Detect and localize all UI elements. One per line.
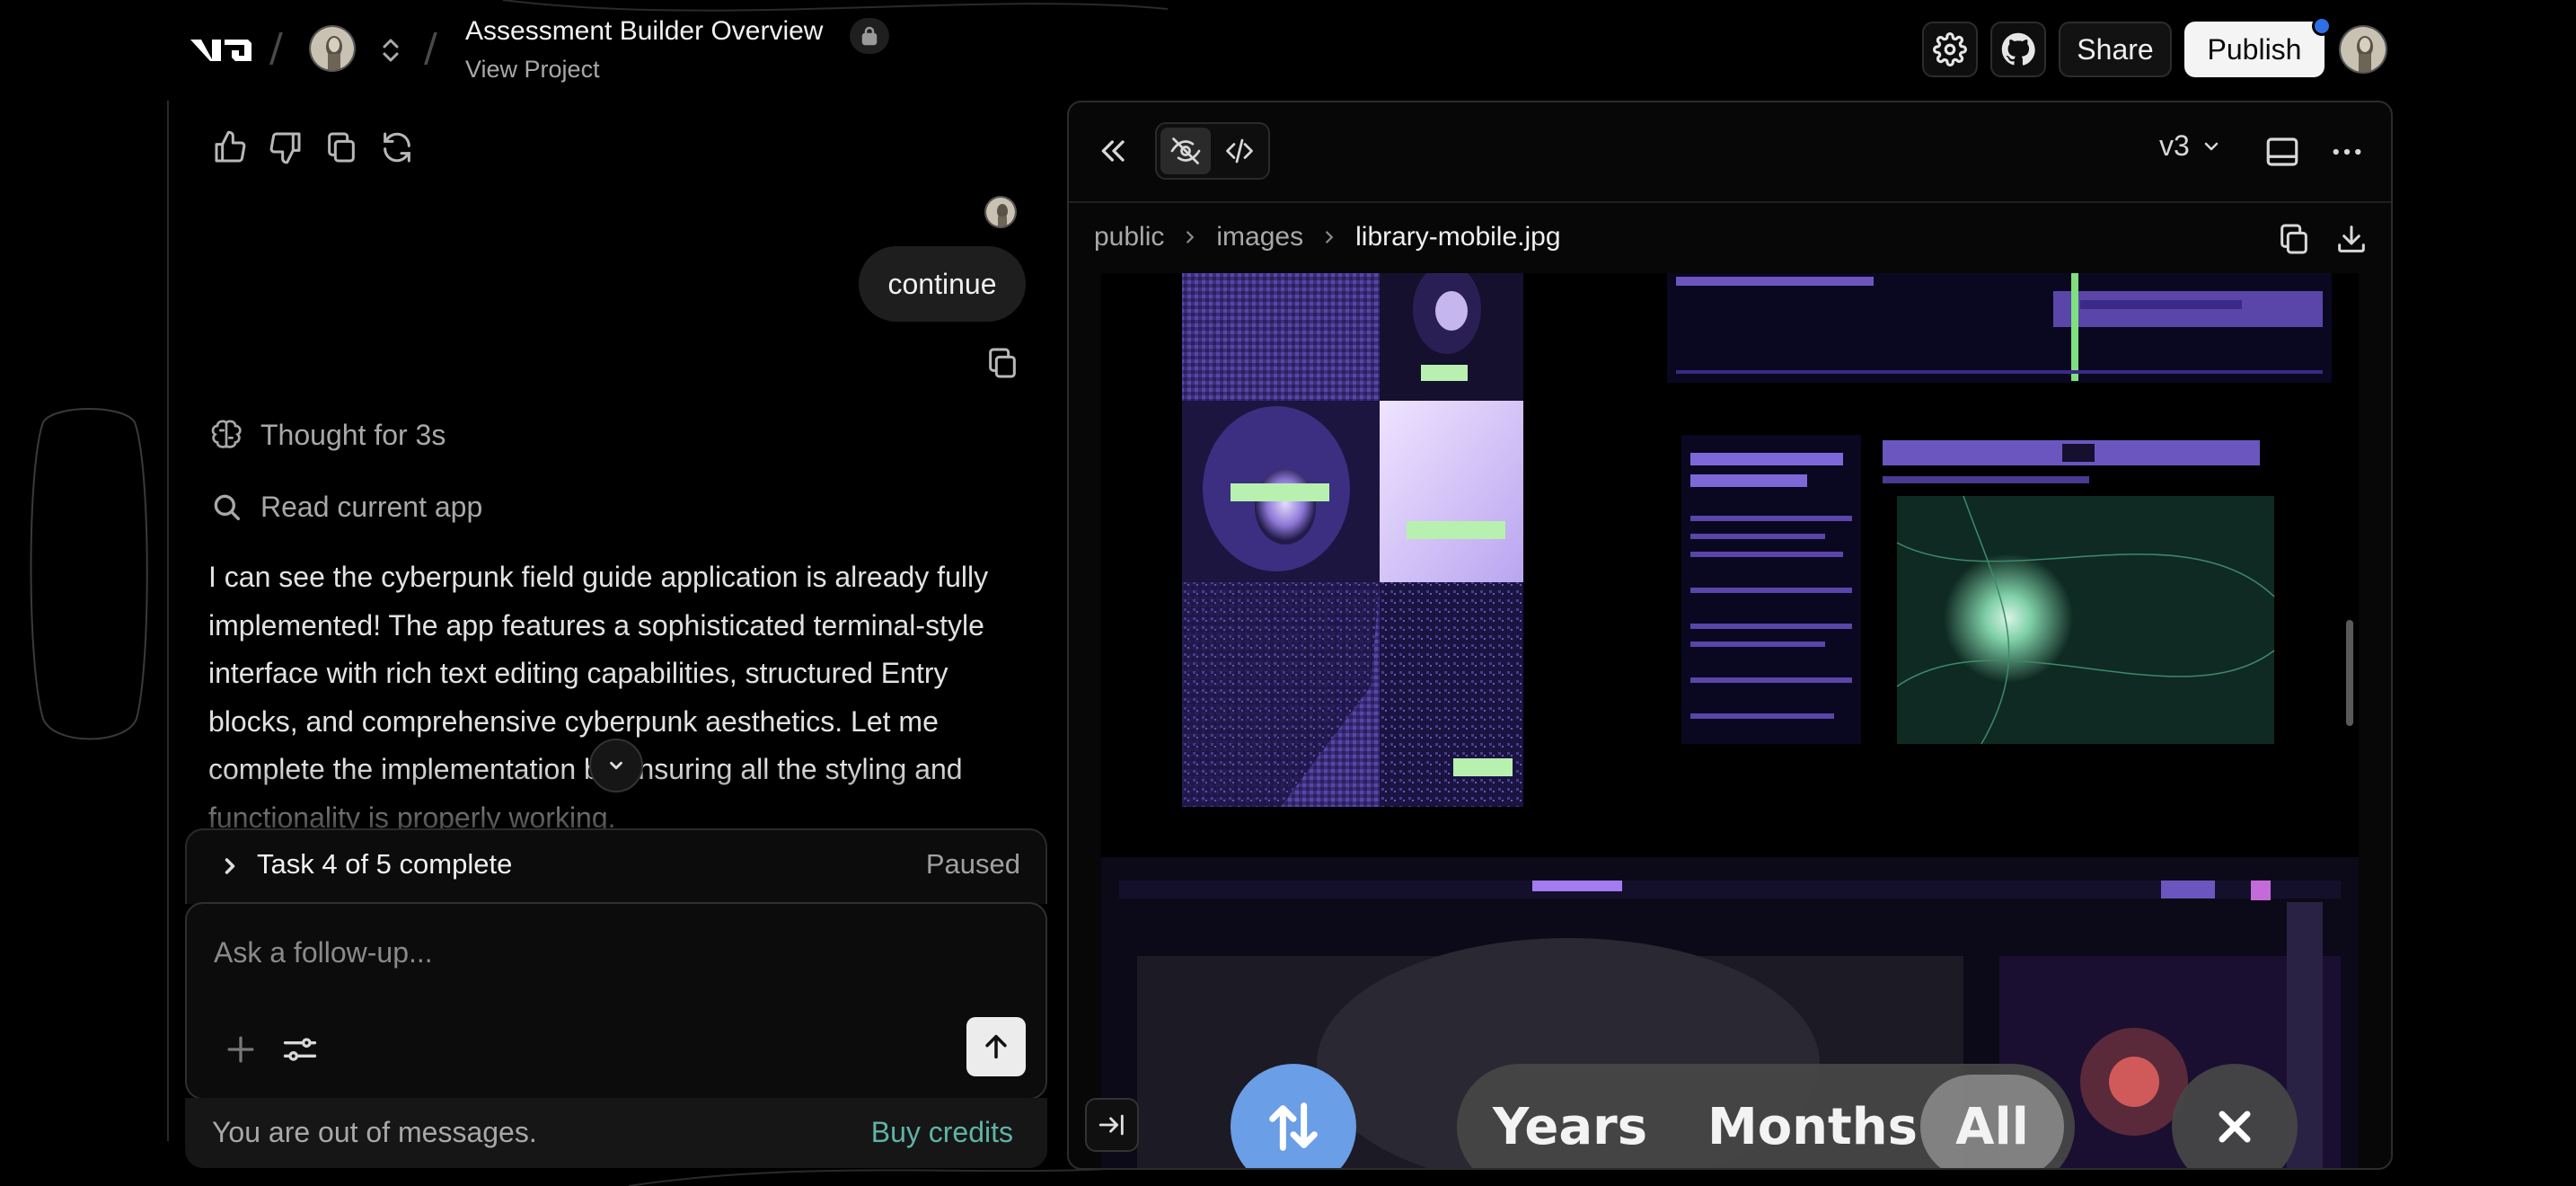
read-label: Read current app <box>260 490 483 523</box>
breadcrumb: public images library-mobile.jpg <box>1094 217 1561 257</box>
follow-up-input[interactable] <box>212 924 1002 981</box>
thought-label: Thought for 3s <box>260 418 446 451</box>
chevron-right-icon <box>217 854 243 879</box>
v0-logo[interactable] <box>189 32 253 68</box>
chat-panel-border <box>167 101 169 1141</box>
chevron-right-icon <box>1187 231 1195 243</box>
copy-icon[interactable] <box>323 129 359 165</box>
thumbs-down-icon[interactable] <box>268 129 304 165</box>
user-avatar[interactable] <box>2339 25 2387 74</box>
out-of-messages-bar: You are out of messages. Buy credits <box>185 1098 1047 1168</box>
breadcrumb-item[interactable]: public <box>1094 222 1164 252</box>
expand-panel-button[interactable] <box>1085 1098 1139 1152</box>
publish-button[interactable]: Publish <box>2184 22 2325 77</box>
separator: / <box>424 25 437 71</box>
thought-indicator[interactable]: Thought for 3s <box>208 413 446 456</box>
chevron-down-icon <box>610 761 622 770</box>
copy-icon[interactable] <box>2276 221 2312 257</box>
breadcrumb-current: library-mobile.jpg <box>1355 222 1561 252</box>
brain-icon <box>211 420 242 448</box>
preview-image <box>1101 273 2359 1168</box>
task-label: Task 4 of 5 complete <box>257 848 513 880</box>
arrow-up-icon <box>985 1034 1007 1059</box>
github-icon <box>2001 32 2035 66</box>
period-segmented-control: Years Months All <box>1457 1064 2075 1168</box>
separator: / <box>269 25 283 71</box>
notification-dot <box>2312 16 2332 36</box>
thumbs-up-icon[interactable] <box>212 129 248 165</box>
settings-button[interactable] <box>1922 22 1978 77</box>
chevron-down-icon <box>2204 142 2219 150</box>
version-label: v3 <box>2159 129 2190 162</box>
search-icon <box>214 494 240 520</box>
download-icon[interactable] <box>2333 221 2369 257</box>
out-of-messages-text: You are out of messages. <box>212 1116 537 1148</box>
lock-icon <box>850 18 889 54</box>
segment-months[interactable]: Months <box>1696 1075 1929 1168</box>
sliders-icon[interactable] <box>280 1030 320 1069</box>
eye-off-icon[interactable] <box>1160 128 1211 174</box>
segment-all[interactable]: All <box>1920 1075 2064 1168</box>
copy-icon[interactable] <box>984 345 1020 381</box>
close-icon <box>2219 1111 2251 1143</box>
refresh-icon[interactable] <box>379 129 415 165</box>
task-progress-bar[interactable]: Task 4 of 5 complete Paused <box>185 828 1047 904</box>
image-preview: Years Months All <box>1101 273 2359 1168</box>
view-toggle <box>1155 122 1270 180</box>
top-bar: / / Assessment Builder Overview View Pro… <box>0 0 2576 99</box>
chevron-right-icon <box>1326 231 1334 243</box>
toolbar-divider <box>1069 201 2391 203</box>
read-app-step: Read current app <box>208 485 482 528</box>
team-avatar[interactable] <box>309 25 356 72</box>
user-message: continue <box>859 246 1026 322</box>
buy-credits-link[interactable]: Buy credits <box>871 1116 1013 1149</box>
chat-input-box <box>185 902 1047 1100</box>
view-project-link[interactable]: View Project <box>465 56 600 84</box>
chevron-up-down-icon[interactable] <box>375 34 406 66</box>
project-title[interactable]: Assessment Builder Overview <box>465 16 823 47</box>
scrollbar-thumb[interactable] <box>2346 620 2353 726</box>
send-button[interactable] <box>966 1017 1026 1076</box>
scroll-down-button[interactable] <box>589 739 643 792</box>
more-icon[interactable] <box>2328 133 2366 171</box>
github-button[interactable] <box>1990 22 2046 77</box>
share-button[interactable]: Share <box>2059 22 2172 77</box>
breadcrumb-item[interactable]: images <box>1216 222 1303 252</box>
user-avatar <box>984 196 1017 228</box>
segment-years[interactable]: Years <box>1471 1075 1669 1168</box>
panel-layout-icon[interactable] <box>2263 133 2301 171</box>
arrow-right-to-line-icon <box>1098 1114 1124 1136</box>
plus-icon[interactable] <box>221 1030 260 1069</box>
version-selector[interactable]: v3 <box>2159 129 2222 163</box>
preview-panel: v3 public images library-mobile.jpg Year… <box>1067 101 2393 1170</box>
sort-arrows-icon <box>1269 1102 1318 1151</box>
chevrons-left-icon[interactable] <box>1096 133 1132 169</box>
code-icon[interactable] <box>1214 128 1265 174</box>
task-status: Paused <box>925 848 1020 880</box>
gear-icon <box>1933 32 1967 66</box>
